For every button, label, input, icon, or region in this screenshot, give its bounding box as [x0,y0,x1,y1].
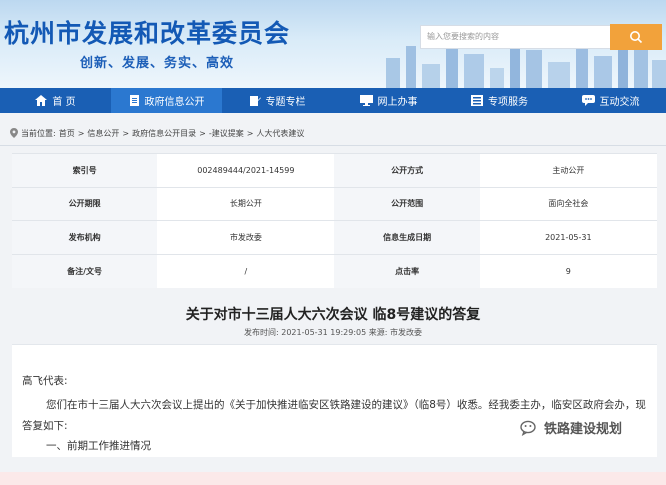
breadcrumb-prefix: 当前位置: [21,128,56,138]
breadcrumb-item-proposals[interactable]: -建议提案 [209,128,244,139]
breadcrumb-divider [0,145,666,146]
location-pin-icon [10,128,18,138]
nav-item-label: 首 页 [52,97,76,108]
breadcrumb-item-info-disclosure[interactable]: 信息公开 [87,128,119,139]
nav-item-home[interactable]: 首 页 [0,88,111,113]
info-value: 主动公开 [479,153,657,187]
nav-item-label: 网上办事 [377,97,418,108]
info-value: 面向全社会 [479,186,657,221]
info-key: 备注/文号 [12,253,158,288]
info-key: 索引号 [12,153,158,187]
doc-salutation: 高飞代表: [22,375,68,387]
footer-strip [0,472,666,485]
info-key: 公开范围 [334,186,480,221]
main-nav: 首 页 政府信息公开 专题专栏 网上办事 专项服务 互动交流 [0,88,666,113]
breadcrumb-item-home[interactable]: 首页 [59,128,75,139]
info-value: 2021-05-31 [479,220,657,254]
table-row: 公开期限 长期公开 公开范围 面向全社会 [12,186,657,221]
info-value: / [157,253,335,288]
chat-icon [581,95,595,106]
nav-item-gov-info[interactable]: 政府信息公开 [111,88,222,113]
nav-item-online-services[interactable]: 网上办事 [333,88,444,113]
breadcrumb-separator: > [122,128,130,138]
info-key: 点击率 [334,253,480,288]
header-banner: 杭州市发展和改革委员会 创新、发展、务实、高效 输入您要搜索的内容 [0,0,666,88]
nav-item-interaction[interactable]: 互动交流 [555,88,666,113]
table-row: 备注/文号 / 点击率 9 [12,253,657,288]
table-row: 索引号 002489444/2021-14599 公开方式 主动公开 [12,153,657,187]
info-value: 002489444/2021-14599 [157,153,335,187]
list-icon [471,95,483,106]
nav-item-special-topics[interactable]: 专题专栏 [222,88,333,113]
search-input[interactable]: 输入您要搜索的内容 [420,25,610,49]
wechat-icon [520,420,536,436]
watermark-text: 铁路建设规划 [544,422,623,437]
nav-item-label: 专题专栏 [265,97,306,108]
info-value: 市发改委 [157,220,335,254]
site-title: 杭州市发展和改革委员会 [4,19,291,48]
breadcrumb-item-catalog[interactable]: 政府信息公开目录 [132,128,196,139]
table-row: 发布机构 市发改委 信息生成日期 2021-05-31 [12,220,657,254]
site-slogan: 创新、发展、务实、高效 [80,56,235,71]
doc-body: 高飞代表: 您们在市十三届人大六次会议上提出的《关于加快推进临安区铁路建设的建议… [12,345,657,457]
home-icon [35,95,48,106]
info-key: 信息生成日期 [334,220,480,254]
breadcrumb-separator: > [246,128,254,138]
breadcrumb-separator: > [77,128,85,138]
info-key: 公开方式 [334,153,480,187]
nav-item-label: 专项服务 [488,97,528,108]
breadcrumb: 当前位置: 首页 > 信息公开 > 政府信息公开目录 > -建议提案 > 人大代… [0,124,666,142]
doc-title: 关于对市十三届人大六次会议 临8号建议的答复 [185,307,481,323]
breadcrumb-item-npc-suggestions[interactable]: 人大代表建议 [256,128,304,139]
watermark: 铁路建设规划 [520,418,622,437]
info-value: 长期公开 [157,186,335,221]
nav-item-special-services[interactable]: 专项服务 [444,88,555,113]
info-key: 公开期限 [12,186,158,221]
breadcrumb-separator: > [199,128,206,138]
edit-icon [249,96,261,106]
monitor-icon [359,95,373,106]
document-icon [129,95,139,106]
search-icon [630,31,643,44]
nav-item-label: 政府信息公开 [144,97,205,108]
nav-item-label: 互动交流 [599,97,640,108]
doc-meta: 发布时间: 2021-05-31 19:29:05 来源: 市发改委 [244,328,422,337]
search-button[interactable] [610,24,662,50]
info-table: 索引号 002489444/2021-14599 公开方式 主动公开 公开期限 … [12,153,657,288]
info-key: 发布机构 [12,220,158,254]
info-value: 9 [479,253,657,288]
doc-section-heading: 一、前期工作推进情况 [46,440,151,452]
